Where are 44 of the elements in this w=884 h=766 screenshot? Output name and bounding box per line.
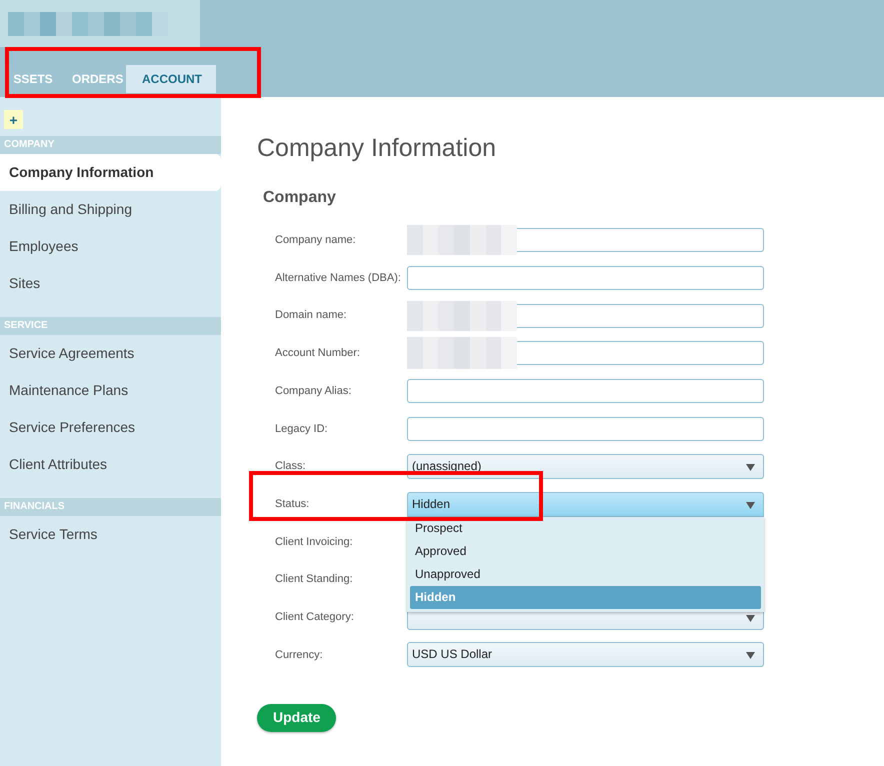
field-label: Alternative Names (DBA): [274, 270, 402, 286]
sidebar-item[interactable]: Maintenance Plans [0, 372, 221, 409]
input-field[interactable] [407, 416, 764, 441]
select-field[interactable]: USD US Dollar [407, 642, 764, 668]
section-header: SERVICE [0, 317, 221, 335]
sidebar-item[interactable]: Service Agreements [0, 335, 221, 372]
field-label: Company name: [274, 233, 357, 248]
input-field[interactable] [407, 266, 764, 290]
dropdown-option[interactable]: Unapproved [410, 562, 761, 586]
select-field[interactable]: Hidden [407, 492, 764, 517]
sidebar-item[interactable]: Billing and Shipping [0, 191, 221, 228]
caret-icon [746, 502, 755, 509]
field-label: Account Number: [274, 346, 361, 362]
dropdown-option[interactable]: Prospect [410, 516, 761, 540]
sidebar-item[interactable]: Service Terms [0, 516, 221, 553]
field-label: Client Category: [274, 610, 355, 625]
field-label: Currency: [274, 648, 324, 663]
field-label: Client Standing: [274, 572, 354, 588]
page-title: Company Information [257, 133, 498, 164]
add-button[interactable]: + [4, 110, 23, 129]
sidebar-item[interactable]: Service Preferences [0, 409, 221, 446]
field-label: Status: [274, 496, 310, 512]
input-field[interactable] [407, 379, 764, 404]
input-field[interactable] [517, 228, 764, 252]
caret-icon [746, 464, 755, 471]
field-label: Client Invoicing: [274, 534, 354, 550]
section-header: COMPANY [0, 136, 221, 154]
field-label: Legacy ID: [274, 422, 329, 437]
select-field[interactable]: (unassigned) [407, 454, 764, 479]
sidebar-item[interactable]: Employees [0, 228, 221, 265]
nav-tab[interactable]: ACCOUNT [126, 65, 216, 93]
sidebar-item[interactable]: Sites [0, 265, 221, 302]
caret-icon [746, 652, 755, 660]
field-label: Company Alias: [274, 384, 352, 399]
dropdown-option[interactable]: Approved [410, 540, 761, 563]
sidebar-item[interactable]: Client Attributes [0, 446, 221, 483]
input-field[interactable] [517, 304, 764, 328]
input-field[interactable] [517, 341, 764, 366]
field-label: Domain name: [274, 308, 348, 324]
section-header: FINANCIALS [0, 498, 221, 516]
field-label: Class: [274, 459, 307, 474]
caret-icon [746, 614, 755, 622]
sidebar-item[interactable]: Company Information [0, 154, 221, 191]
section-title: Company [263, 188, 337, 208]
